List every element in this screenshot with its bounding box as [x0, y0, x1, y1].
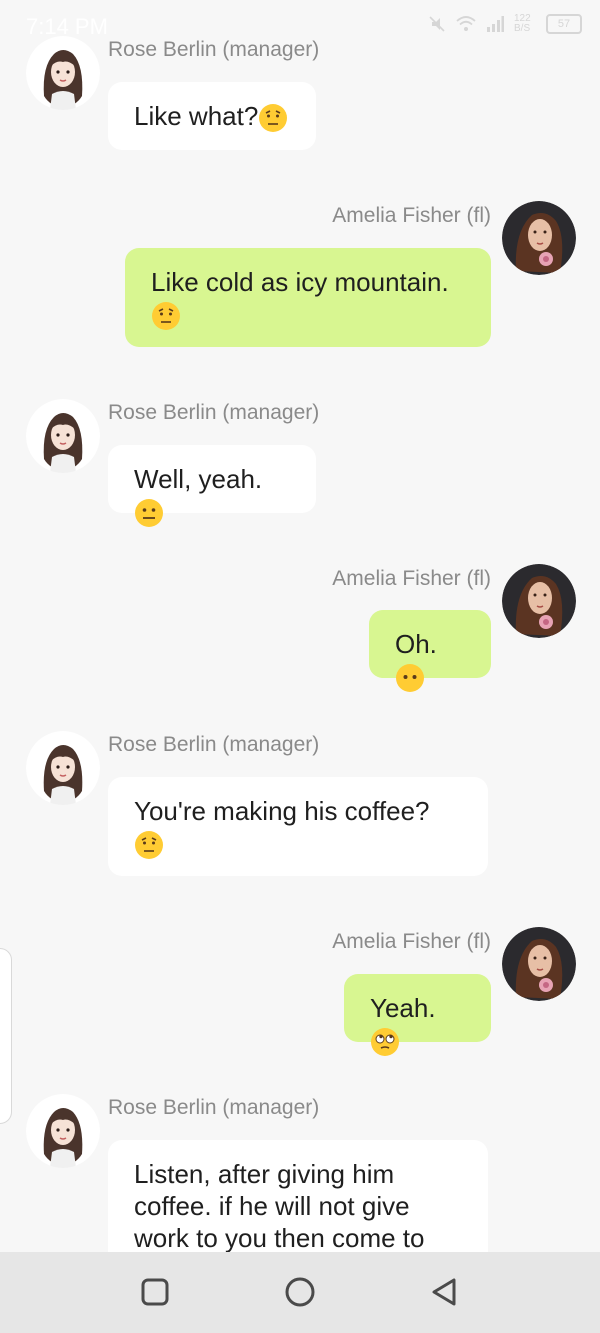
raised-eyebrow-emoji	[259, 104, 288, 133]
sender-name: Rose Berlin (manager)	[108, 401, 320, 424]
home-circle-icon[interactable]	[280, 1272, 320, 1312]
navigation-bar	[0, 1252, 600, 1333]
status-bar: 7:14 PM 122 B/S 57	[0, 0, 600, 50]
message-bubble[interactable]: You're making his coffee?	[108, 777, 488, 876]
edge-panel-handle[interactable]	[0, 948, 12, 1124]
sender-name: Amelia Fisher (fl)	[332, 930, 491, 953]
chat-thread[interactable]: Rose Berlin (manager) Like what? Amelia …	[0, 0, 600, 1252]
message-text: Like what?	[134, 101, 259, 131]
message-text: Like cold as icy mountain.	[151, 267, 449, 297]
message-text: Oh.	[395, 629, 437, 659]
message-text: You're making his coffee?	[134, 796, 430, 826]
recents-square-icon[interactable]	[135, 1272, 175, 1312]
message-text: Well, yeah.	[134, 464, 263, 494]
sender-name: Amelia Fisher (fl)	[332, 567, 491, 590]
eye-roll-emoji	[371, 1028, 399, 1057]
avatar-rose-berlin[interactable]	[26, 399, 100, 473]
signal-icon	[487, 16, 504, 32]
avatar-rose-berlin[interactable]	[26, 1094, 100, 1168]
avatar-amelia-fisher[interactable]	[502, 927, 576, 1001]
avatar-amelia-fisher[interactable]	[502, 564, 576, 638]
message-bubble[interactable]: Well, yeah.	[108, 445, 316, 528]
back-triangle-icon[interactable]	[425, 1272, 465, 1312]
neutral-face-emoji	[135, 499, 163, 528]
message-bubble[interactable]: Like what?	[108, 82, 316, 150]
battery-icon: 57	[546, 14, 582, 34]
status-time: 7:14 PM	[26, 14, 108, 39]
status-icons: 122 B/S 57	[428, 14, 582, 34]
raised-eyebrow-emoji	[135, 831, 163, 860]
sender-name: Rose Berlin (manager)	[108, 733, 320, 756]
data-speed-icon: 122 B/S	[514, 13, 531, 34]
message-bubble[interactable]: Yeah.	[344, 974, 491, 1057]
avatar-amelia-fisher[interactable]	[502, 201, 576, 275]
message-bubble[interactable]: Oh.	[369, 610, 491, 693]
sender-name: Amelia Fisher (fl)	[332, 204, 491, 227]
wifi-icon	[456, 16, 476, 31]
message-bubble[interactable]: Like cold as icy mountain.	[125, 248, 491, 347]
mute-icon	[429, 16, 445, 32]
no-mouth-face-emoji	[396, 664, 424, 693]
message-text: Listen, after giving him coffee. if he w…	[134, 1159, 425, 1252]
avatar-rose-berlin[interactable]	[26, 731, 100, 805]
message-text: Yeah.	[370, 993, 436, 1023]
message-bubble[interactable]: Listen, after giving him coffee. if he w…	[108, 1140, 488, 1252]
raised-eyebrow-emoji	[152, 302, 180, 331]
sender-name: Rose Berlin (manager)	[108, 1096, 320, 1119]
